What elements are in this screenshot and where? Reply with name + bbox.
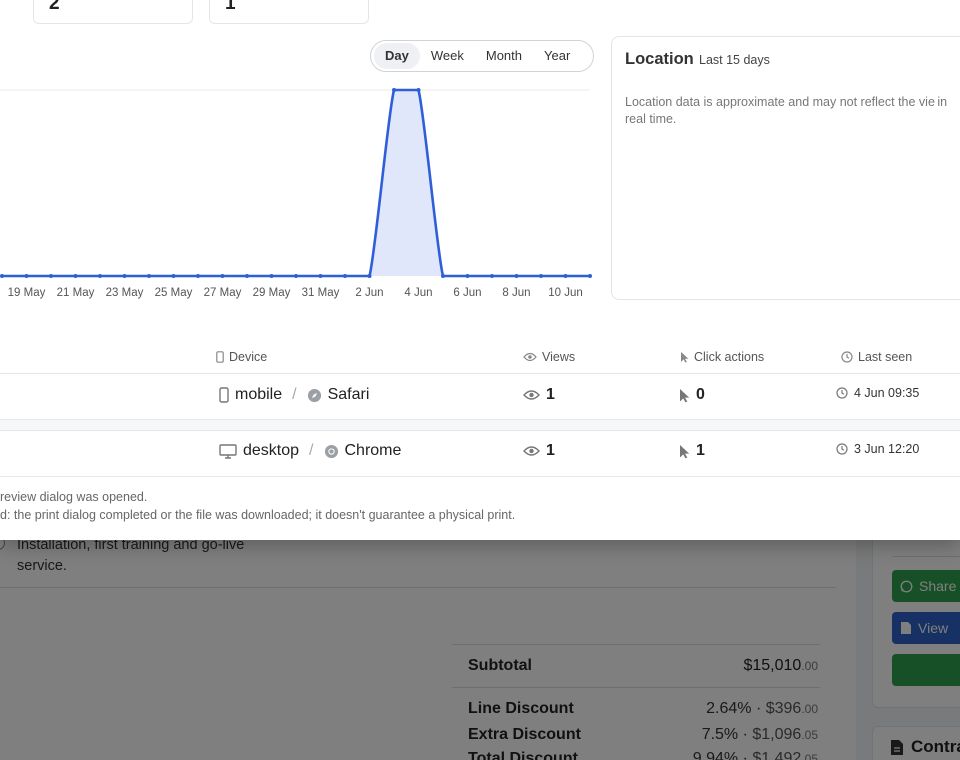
chart-point: [539, 274, 543, 278]
tab-week[interactable]: Week: [420, 43, 475, 69]
row-device: mobile / Safari: [219, 386, 369, 404]
location-note: Location data is approximate and may not…: [625, 95, 948, 126]
clock-icon: [841, 351, 853, 363]
chart-point: [465, 274, 470, 278]
chart-point: [588, 274, 592, 278]
range-selector: Day Week Month Year: [370, 40, 594, 72]
chart-point: [514, 274, 519, 278]
divider: [0, 373, 960, 374]
row-views: 1: [523, 386, 555, 404]
compass-icon: [307, 388, 322, 403]
cursor-icon: [680, 351, 689, 363]
x-tick-label: 29 May: [253, 287, 291, 299]
x-tick-label: 19 May: [8, 287, 46, 299]
location-subtitle: Last 15 days: [699, 53, 770, 67]
chart-point: [441, 274, 445, 278]
chart-point: [171, 274, 176, 278]
x-tick-label: 25 May: [155, 287, 193, 299]
chart-point: [0, 274, 4, 278]
chart-point: [196, 274, 200, 278]
row-clicks: 0: [679, 386, 705, 404]
chart-point: [98, 274, 102, 278]
chart-point: [245, 274, 249, 278]
chart-point: [343, 274, 347, 278]
eye-icon: [523, 352, 537, 362]
chrome-icon: [324, 444, 339, 459]
column-header-device: Device: [216, 350, 267, 364]
chart-point: [392, 88, 396, 92]
chart-point: [416, 88, 421, 92]
chart-point: [49, 274, 53, 278]
footnote: d: the print dialog completed or the fil…: [0, 508, 516, 522]
chart-point: [147, 274, 151, 278]
chart-area: [2, 90, 590, 276]
clock-icon: [836, 443, 848, 455]
chart-point: [490, 274, 494, 278]
footnote: review dialog was opened.: [0, 490, 148, 504]
eye-icon: [523, 445, 540, 457]
chart-point: [367, 274, 372, 278]
tab-year[interactable]: Year: [533, 43, 581, 69]
stat-card: 2: [33, 0, 193, 24]
row-last-seen: 4 Jun 09:35: [836, 386, 919, 400]
x-tick-label: 23 May: [106, 287, 144, 299]
chart-point: [73, 274, 78, 278]
location-card: Location Last 15 days Location data is a…: [611, 36, 960, 300]
x-tick-label: 21 May: [57, 287, 95, 299]
row-views: 1: [523, 442, 555, 460]
x-tick-label: 27 May: [204, 287, 242, 299]
views-chart: 19 May 21 May 23 May 25 May 27 May 29 May 31 M…: [0, 88, 592, 299]
modal-backdrop[interactable]: [0, 540, 960, 760]
column-header-last-seen: Last seen: [841, 350, 912, 364]
chart-point: [318, 274, 323, 278]
location-title: Location: [625, 50, 694, 68]
x-tick-label: 2 Jun: [355, 287, 383, 299]
x-tick-label: 31 May: [302, 287, 340, 299]
stat-card: 1: [209, 0, 369, 24]
cursor-icon: [679, 388, 690, 403]
chart-point: [220, 274, 225, 278]
chart-point: [24, 274, 29, 278]
chart-point: [294, 274, 298, 278]
tab-month[interactable]: Month: [475, 43, 533, 69]
x-tick-label: 8 Jun: [502, 287, 530, 299]
row-clicks: 1: [679, 442, 705, 460]
chart-point: [269, 274, 274, 278]
x-tick-label: 10 Jun: [548, 287, 583, 299]
phone-icon: [216, 351, 224, 363]
monitor-icon: [219, 443, 237, 459]
eye-icon: [523, 389, 540, 401]
row-spacer: [0, 420, 960, 430]
row-device: desktop / Chrome: [219, 442, 401, 460]
x-tick-label: 6 Jun: [453, 287, 481, 299]
divider: [0, 430, 960, 431]
column-header-views: Views: [523, 350, 575, 364]
tab-day[interactable]: Day: [374, 43, 420, 69]
column-header-clicks: Click actions: [680, 350, 764, 364]
row-last-seen: 3 Jun 12:20: [836, 442, 919, 456]
chart-point: [563, 274, 568, 278]
cursor-icon: [679, 444, 690, 459]
phone-icon: [219, 387, 229, 403]
x-tick-label: 4 Jun: [404, 287, 432, 299]
analytics-modal: 2 1 Day Week Month Year 19 May 21 May 23 M…: [0, 0, 960, 540]
clock-icon: [836, 387, 848, 399]
chart-line: [2, 88, 590, 278]
divider: [0, 476, 960, 477]
chart-point: [122, 274, 127, 278]
